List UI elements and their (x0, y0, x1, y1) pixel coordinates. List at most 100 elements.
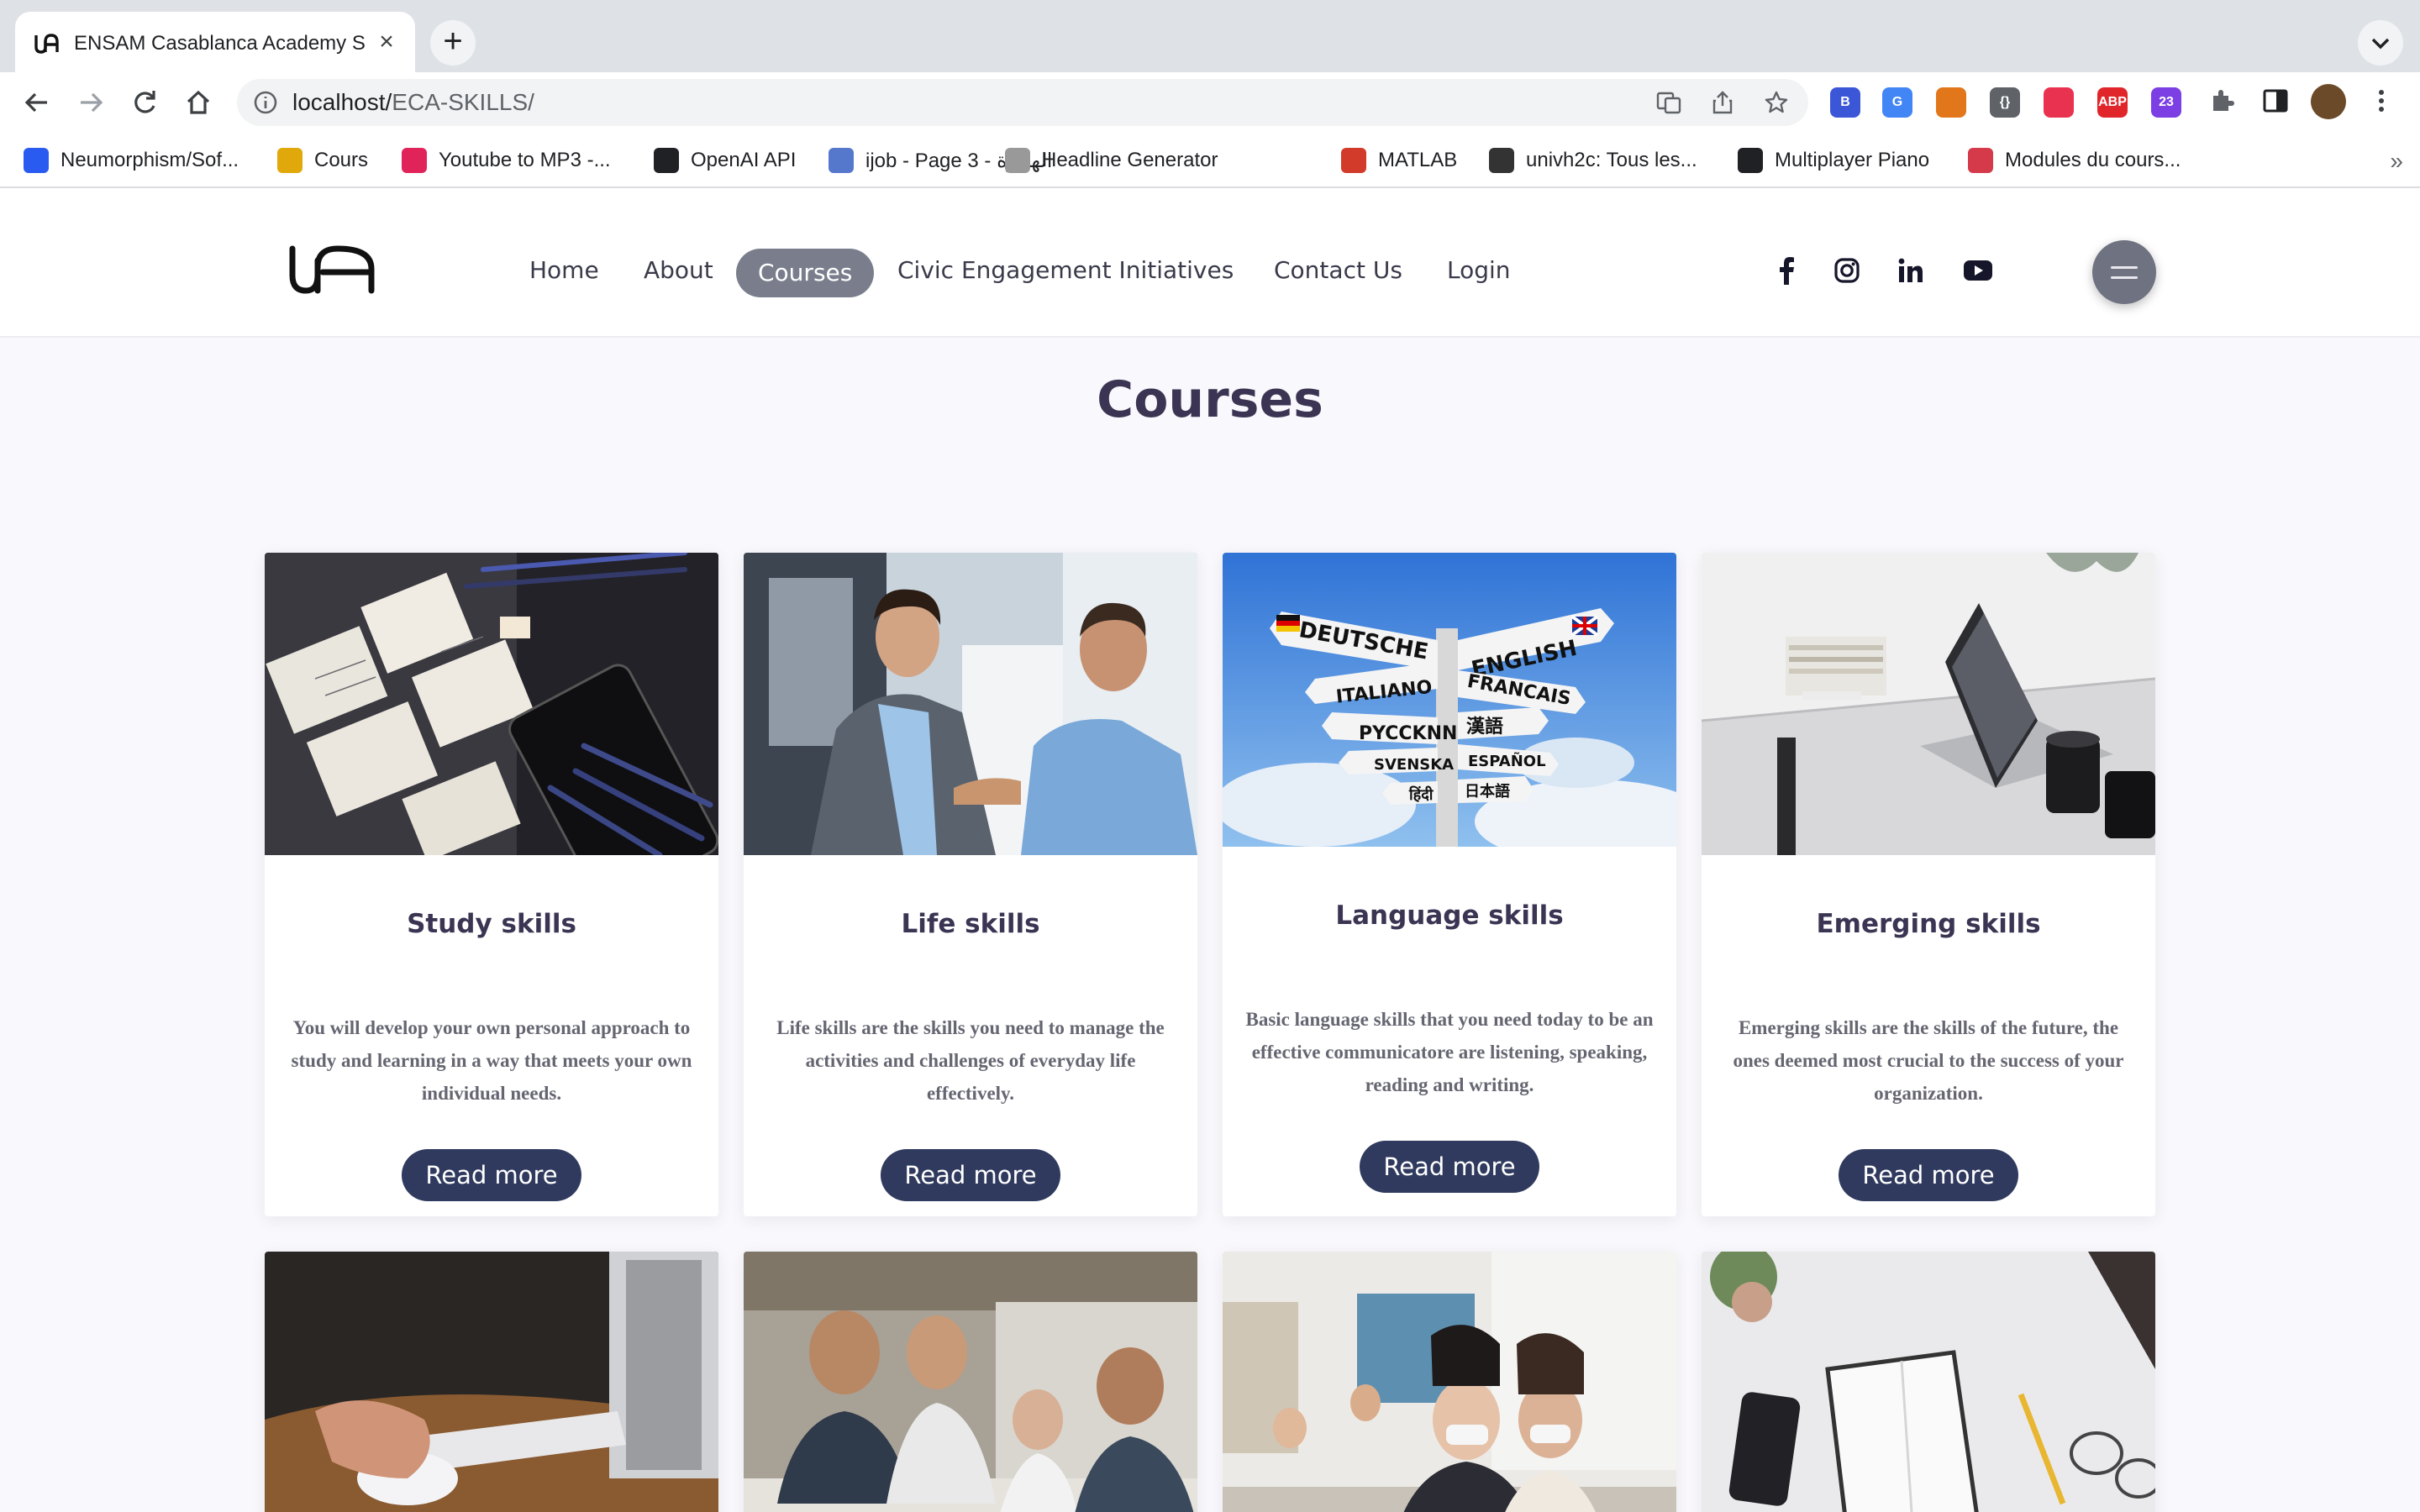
read-more-button[interactable]: Read more (402, 1149, 581, 1201)
browser-tabstrip: ENSAM Casablanca Academy S × + (0, 0, 2420, 72)
reload-button[interactable] (124, 82, 165, 123)
json-extension[interactable]: {} (1990, 87, 2020, 118)
side-panel-icon[interactable] (2260, 86, 2291, 116)
svg-text:हिंदी: हिंदी (1408, 785, 1434, 804)
nav-courses[interactable]: Courses (736, 249, 875, 297)
profile-avatar[interactable] (2311, 84, 2346, 119)
bookmark-star-icon[interactable] (1763, 89, 1790, 116)
card-description: Basic language skills that you need toda… (1245, 1009, 1654, 1095)
hamburger-menu-button[interactable] (2092, 240, 2156, 304)
browser-tab[interactable]: ENSAM Casablanca Academy S × (15, 12, 415, 72)
svg-text:SVENSKA: SVENSKA (1374, 756, 1454, 774)
adblock-plus-extension[interactable]: ABP (2097, 87, 2128, 118)
bookmark-item[interactable]: Youtube to MP3 -... (402, 144, 611, 176)
course-card-row2-4 (1702, 1252, 2155, 1512)
site-header: Home About Courses Civic Engagement Init… (0, 188, 2420, 338)
bookmarks-overflow-button[interactable]: » (2390, 148, 2403, 175)
svg-text:日本語: 日本語 (1465, 782, 1510, 801)
home-icon (187, 90, 210, 114)
notebook-desk-image (1702, 1252, 2155, 1512)
hamburger-line (2111, 266, 2138, 269)
address-bar[interactable]: localhost/ECA-SKILLS/ (237, 79, 1808, 126)
site-favicon-icon (34, 34, 59, 54)
card-description: Emerging skills are the skills of the fu… (1733, 1017, 2124, 1104)
bookmark-item[interactable]: Cours (277, 144, 368, 176)
new-tab-button[interactable]: + (430, 20, 476, 66)
signpost-sign: 日本語 (1458, 776, 1534, 803)
info-icon[interactable] (252, 89, 279, 116)
bookmark-favicon-icon (829, 148, 854, 173)
bookmarks-bar: Neumorphism/Sof... Cours Youtube to MP3 -.… (0, 133, 2420, 188)
bookmark-label: OpenAI API (691, 149, 797, 171)
tab-search-button[interactable] (2358, 20, 2403, 66)
bookmark-favicon-icon (654, 148, 679, 173)
red-extension[interactable] (2044, 87, 2074, 118)
course-card-study-skills: Study skills You will develop your own p… (265, 553, 718, 1216)
tab-close-icon[interactable]: × (371, 27, 402, 57)
course-card-row2-3 (1223, 1252, 1676, 1512)
facebook-link[interactable] (1770, 254, 1803, 287)
bookmark-label: Headline Generator (1042, 149, 1218, 171)
classroom-image (1223, 1252, 1676, 1512)
back-button[interactable] (17, 82, 57, 123)
nav-civic-engagement[interactable]: Civic Engagement Initiatives (897, 255, 1234, 286)
signpost-sign: हिंदी (1382, 781, 1438, 805)
bookmark-favicon-icon (1341, 148, 1366, 173)
card-title: Language skills (1335, 900, 1564, 931)
bookmark-label: Cours (314, 149, 369, 171)
bookmark-item[interactable]: Multiplayer Piano (1738, 144, 1929, 176)
bookmark-item[interactable]: Modules du cours... (1968, 144, 2181, 176)
page-title: Courses (1097, 370, 1323, 429)
bookmark-item[interactable]: OpenAI API (654, 144, 796, 176)
nav-login[interactable]: Login (1447, 255, 1511, 286)
bookmark-item[interactable]: Headline Generator (1005, 144, 1218, 176)
bookmark-item[interactable]: univh2c: Tous les... (1489, 144, 1697, 176)
browser-menu-icon[interactable] (2366, 86, 2396, 116)
bookmark-item[interactable]: MATLAB (1341, 144, 1457, 176)
eca-logo[interactable] (287, 242, 376, 297)
youtube-icon (1964, 260, 1992, 281)
card-title: Study skills (407, 909, 576, 939)
bookmark-label: Modules du cours... (2005, 149, 2181, 171)
bookmark-label: univh2c: Tous les... (1526, 149, 1697, 171)
card-title: Emerging skills (1816, 909, 2041, 939)
emerging-skills-image (1702, 553, 2155, 855)
bookmark-label: Youtube to MP3 -... (439, 149, 611, 171)
course-card-emerging-skills: Emerging skills Emerging skills are the … (1702, 553, 2155, 1216)
youtube-link[interactable] (1961, 254, 1995, 287)
linkedin-link[interactable] (1894, 254, 1928, 287)
card-description: You will develop your own personal appro… (291, 1017, 692, 1104)
share-icon[interactable] (1709, 89, 1736, 116)
chevron-down-icon (2371, 38, 2390, 50)
svg-text:ESPAÑOL: ESPAÑOL (1468, 751, 1546, 770)
read-more-button[interactable]: Read more (1839, 1149, 2018, 1201)
signpost-sign: SVENSKA (1339, 748, 1454, 774)
reload-icon (134, 91, 155, 113)
bookmark-favicon-icon (1489, 148, 1514, 173)
s-extension[interactable]: 23 (2151, 87, 2181, 118)
bookmark-favicon-icon (277, 148, 302, 173)
nav-about[interactable]: About (644, 255, 713, 286)
team-meeting-image (744, 1252, 1197, 1512)
read-more-button[interactable]: Read more (881, 1149, 1060, 1201)
facebook-icon (1780, 257, 1794, 285)
arrow-left-icon (24, 92, 47, 113)
extensions-puzzle-icon[interactable] (2207, 86, 2237, 116)
nav-contact-us[interactable]: Contact Us (1274, 255, 1402, 286)
bookmark-item[interactable]: Neumorphism/Sof... (24, 144, 239, 176)
url-text[interactable]: localhost/ECA-SKILLS/ (292, 89, 534, 116)
bookmark-label: MATLAB (1378, 149, 1458, 171)
nav-home[interactable]: Home (529, 255, 599, 286)
home-button[interactable] (178, 82, 218, 123)
read-more-button[interactable]: Read more (1360, 1141, 1539, 1193)
b-extension[interactable]: B (1830, 87, 1860, 118)
metamask-extension[interactable] (1936, 87, 1966, 118)
study-skills-image (265, 553, 718, 855)
translate-icon[interactable] (1655, 89, 1682, 116)
card-title: Life skills (901, 909, 1040, 939)
url-host: localhost/ (292, 89, 392, 115)
forward-button[interactable] (71, 82, 111, 123)
instagram-link[interactable] (1830, 254, 1864, 287)
google-translate-extension[interactable]: G (1882, 87, 1912, 118)
svg-text:漢語: 漢語 (1466, 716, 1503, 738)
